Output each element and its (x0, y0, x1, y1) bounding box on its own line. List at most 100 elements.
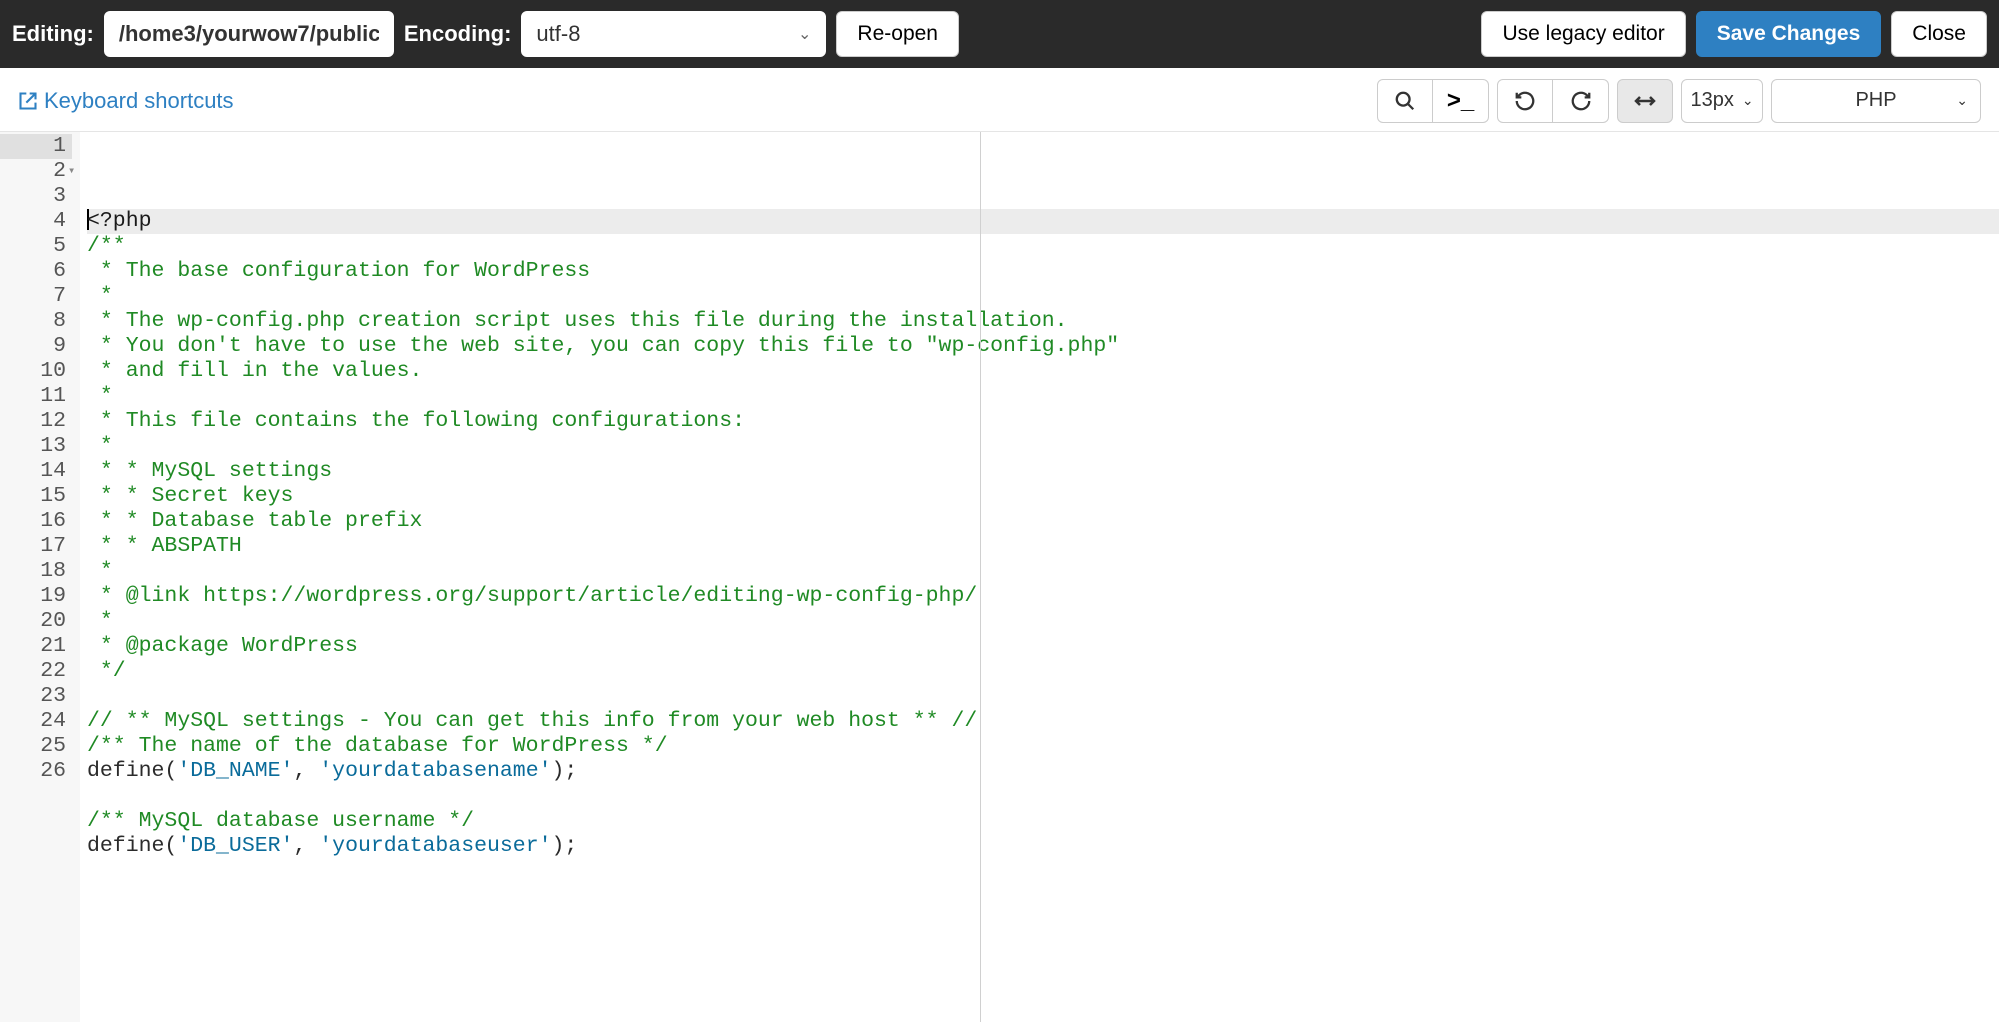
code-token: * You don't have to use the web site, yo… (87, 334, 1119, 358)
code-token: , (293, 759, 319, 783)
search-terminal-group: >_ (1377, 79, 1489, 123)
code-line[interactable]: * @package WordPress (87, 634, 1999, 659)
encoding-value: utf-8 (536, 21, 580, 47)
code-line[interactable]: * * Secret keys (87, 484, 1999, 509)
code-token: * The wp-config.php creation script uses… (87, 309, 1068, 333)
line-number: 17 (0, 534, 72, 559)
close-button[interactable]: Close (1891, 11, 1987, 57)
code-line[interactable] (87, 784, 1999, 809)
code-line[interactable]: /** The name of the database for WordPre… (87, 734, 1999, 759)
code-line[interactable]: define('DB_USER', 'yourdatabaseuser'); (87, 834, 1999, 859)
fold-marker-icon[interactable]: ▾ (68, 159, 75, 184)
code-line[interactable]: // ** MySQL settings - You can get this … (87, 709, 1999, 734)
code-token: define( (87, 834, 177, 858)
line-number: 13 (0, 434, 72, 459)
code-line[interactable]: * The base configuration for WordPress (87, 259, 1999, 284)
file-path-input[interactable] (104, 11, 394, 57)
shortcuts-label: Keyboard shortcuts (44, 88, 234, 114)
line-number: 4 (0, 209, 72, 234)
arrows-horizontal-icon (1633, 89, 1657, 113)
keyboard-shortcuts-link[interactable]: Keyboard shortcuts (18, 88, 234, 114)
code-token: ); (552, 759, 578, 783)
font-size-select[interactable]: 13px ⌄ (1681, 79, 1763, 123)
editing-label: Editing: (12, 21, 94, 47)
line-number: 18 (0, 559, 72, 584)
code-line[interactable]: /** MySQL database username */ (87, 809, 1999, 834)
code-token: 'DB_USER' (177, 834, 293, 858)
terminal-icon: >_ (1447, 87, 1474, 115)
language-value: PHP (1855, 89, 1896, 112)
terminal-button[interactable]: >_ (1433, 79, 1489, 123)
code-token: * * ABSPATH (87, 534, 242, 558)
top-toolbar: Editing: Encoding: utf-8 ⌄ Re-open Use l… (0, 0, 1999, 68)
code-line[interactable]: * * ABSPATH (87, 534, 1999, 559)
code-line[interactable]: * @link https://wordpress.org/support/ar… (87, 584, 1999, 609)
code-token: * * MySQL settings (87, 459, 332, 483)
editing-group: Editing: (12, 11, 394, 57)
code-line[interactable]: * * MySQL settings (87, 459, 1999, 484)
code-token: * The base configuration for WordPress (87, 259, 590, 283)
line-number: 8 (0, 309, 72, 334)
code-token: * This file contains the following confi… (87, 409, 745, 433)
code-token: define( (87, 759, 177, 783)
line-number: 5 (0, 234, 72, 259)
code-line[interactable]: * You don't have to use the web site, yo… (87, 334, 1999, 359)
external-link-icon (18, 91, 38, 111)
code-line[interactable]: * * Database table prefix (87, 509, 1999, 534)
code-token: * (87, 284, 113, 308)
wrap-group (1617, 79, 1673, 123)
line-number: 7 (0, 284, 72, 309)
code-line[interactable]: define('DB_NAME', 'yourdatabasename'); (87, 759, 1999, 784)
line-number: 20 (0, 609, 72, 634)
code-token: /** The name of the database for WordPre… (87, 734, 668, 758)
code-line[interactable]: <?php (87, 209, 1999, 234)
language-select[interactable]: PHP ⌄ (1771, 79, 1981, 123)
code-token: */ (87, 659, 126, 683)
wrap-toggle-button[interactable] (1617, 79, 1673, 123)
code-line[interactable]: * The wp-config.php creation script uses… (87, 309, 1999, 334)
editor-toolbar: Keyboard shortcuts >_ (0, 68, 1999, 132)
code-line[interactable]: * (87, 384, 1999, 409)
code-content[interactable]: <?php/** * The base configuration for Wo… (80, 132, 1999, 1022)
undo-redo-group (1497, 79, 1609, 123)
code-token: ); (552, 834, 578, 858)
line-number: 14 (0, 459, 72, 484)
line-number: 9 (0, 334, 72, 359)
code-line[interactable]: * This file contains the following confi… (87, 409, 1999, 434)
line-number: 6 (0, 259, 72, 284)
code-token: /** MySQL database username */ (87, 809, 474, 833)
line-number: 10 (0, 359, 72, 384)
code-token: * * Database table prefix (87, 509, 422, 533)
code-line[interactable]: * (87, 559, 1999, 584)
code-line[interactable] (87, 684, 1999, 709)
line-number: 19 (0, 584, 72, 609)
code-token: * and fill in the values. (87, 359, 422, 383)
code-line[interactable]: * (87, 609, 1999, 634)
undo-button[interactable] (1497, 79, 1553, 123)
encoding-select[interactable]: utf-8 ⌄ (521, 11, 826, 57)
code-line[interactable]: * and fill in the values. (87, 359, 1999, 384)
search-icon (1394, 90, 1416, 112)
line-number: 16 (0, 509, 72, 534)
line-number: 15 (0, 484, 72, 509)
code-token: 'yourdatabasename' (319, 759, 551, 783)
code-line[interactable]: * (87, 284, 1999, 309)
line-number: 24 (0, 709, 72, 734)
redo-button[interactable] (1553, 79, 1609, 123)
code-line[interactable]: * (87, 434, 1999, 459)
undo-icon (1514, 90, 1536, 112)
code-line[interactable]: */ (87, 659, 1999, 684)
code-token: 'DB_NAME' (177, 759, 293, 783)
encoding-label: Encoding: (404, 21, 512, 47)
reopen-button[interactable]: Re-open (836, 11, 959, 57)
editor-tools: >_ 13px ⌄ (1377, 79, 1981, 123)
legacy-editor-button[interactable]: Use legacy editor (1481, 11, 1685, 57)
line-number: 23 (0, 684, 72, 709)
code-token: /** (87, 234, 126, 258)
code-token: * (87, 434, 113, 458)
search-button[interactable] (1377, 79, 1433, 123)
chevron-down-icon: ⌄ (798, 24, 811, 44)
code-line[interactable]: /** (87, 234, 1999, 259)
code-editor[interactable]: 12▾3456789101112131415161718192021222324… (0, 132, 1999, 1022)
save-button[interactable]: Save Changes (1696, 11, 1882, 57)
